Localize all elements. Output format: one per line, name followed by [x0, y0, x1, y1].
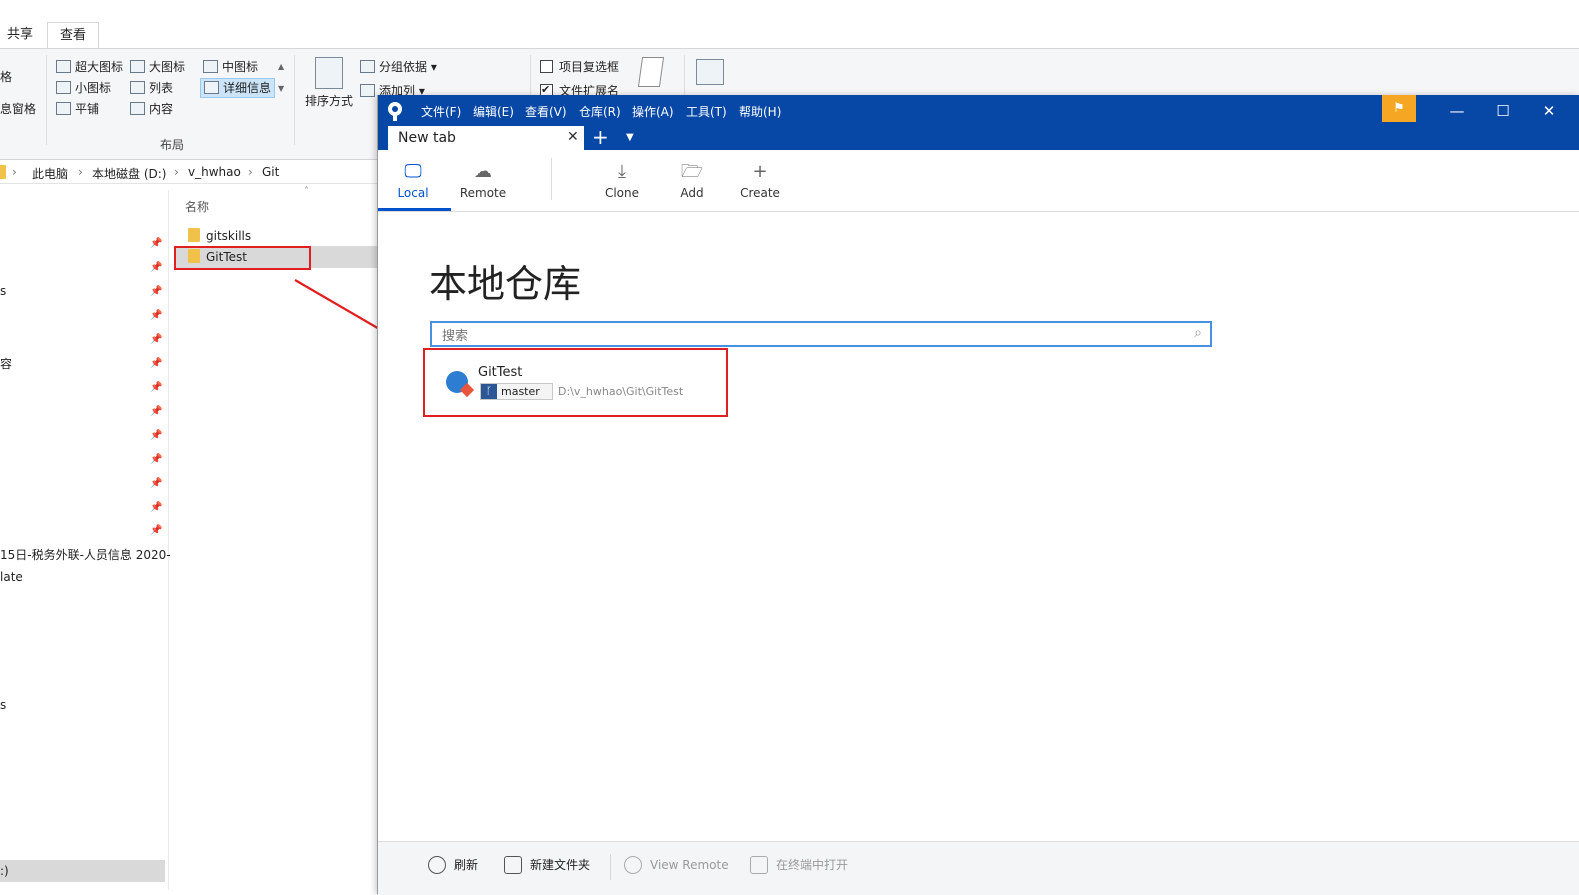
terminal-icon: [750, 856, 768, 874]
new-folder-button[interactable]: 新建文件夹: [504, 856, 590, 874]
sourcetree-logo-icon: [388, 102, 402, 121]
cloud-icon: ☁: [474, 161, 492, 182]
close-tab-icon[interactable]: ✕: [567, 129, 579, 145]
bottom-divider: [610, 854, 611, 880]
monitor-icon: 🖵: [404, 161, 422, 182]
globe-icon: [624, 856, 642, 874]
menu-repository[interactable]: 仓库(R): [579, 103, 621, 120]
tab-dropdown-icon[interactable]: ▼: [626, 132, 634, 143]
view-remote-button[interactable]: View Remote: [624, 856, 729, 874]
add-tab-icon[interactable]: +: [592, 125, 609, 149]
add-button[interactable]: 🗁 Add: [672, 160, 712, 200]
menu-help[interactable]: 帮助(H): [739, 103, 781, 120]
toolbar: 🖵 Local ☁ Remote ⤓ Clone 🗁 Add + Create: [378, 150, 1579, 212]
refresh-button[interactable]: 刷新: [428, 856, 478, 874]
menu-tools[interactable]: 工具(T): [686, 103, 727, 120]
folder-open-icon: 🗁: [680, 161, 704, 182]
clone-button[interactable]: ⤓ Clone: [602, 160, 642, 200]
remote-tab-button[interactable]: ☁ Remote: [458, 160, 508, 200]
menu-edit[interactable]: 编辑(E): [473, 103, 514, 120]
page-title: 本地仓库: [429, 262, 582, 306]
tab-title: New tab: [398, 130, 456, 146]
annotation-box-repo: [423, 348, 728, 417]
close-window-icon[interactable]: ✕: [1526, 95, 1572, 127]
maximize-icon[interactable]: ☐: [1480, 95, 1526, 127]
tab-new-tab[interactable]: New tab ✕: [388, 126, 584, 150]
refresh-icon: [428, 856, 446, 874]
local-tab-button[interactable]: 🖵 Local: [392, 160, 434, 200]
bottom-action-bar: 刷新 新建文件夹 View Remote 在终端中打开: [378, 841, 1579, 895]
search-box[interactable]: ⌕: [430, 321, 1212, 347]
create-button[interactable]: + Create: [738, 160, 782, 200]
flag-icon[interactable]: ⚑: [1382, 95, 1416, 122]
title-bar: 文件(F) 编辑(E) 查看(V) 仓库(R) 操作(A) 工具(T) 帮助(H…: [378, 95, 1579, 150]
toolbar-divider: [551, 158, 552, 200]
minimize-icon[interactable]: —: [1434, 95, 1480, 127]
menu-actions[interactable]: 操作(A): [632, 103, 674, 120]
new-folder-icon: [504, 856, 522, 874]
search-input[interactable]: [432, 323, 1184, 347]
menu-view[interactable]: 查看(V): [525, 103, 567, 120]
sourcetree-window: 文件(F) 编辑(E) 查看(V) 仓库(R) 操作(A) 工具(T) 帮助(H…: [377, 95, 1579, 895]
active-tab-indicator: [378, 208, 451, 211]
plus-icon: +: [752, 161, 768, 182]
download-icon: ⤓: [618, 161, 626, 182]
menu-file[interactable]: 文件(F): [421, 103, 461, 120]
search-icon: ⌕: [1194, 325, 1202, 341]
open-terminal-button[interactable]: 在终端中打开: [750, 856, 848, 874]
